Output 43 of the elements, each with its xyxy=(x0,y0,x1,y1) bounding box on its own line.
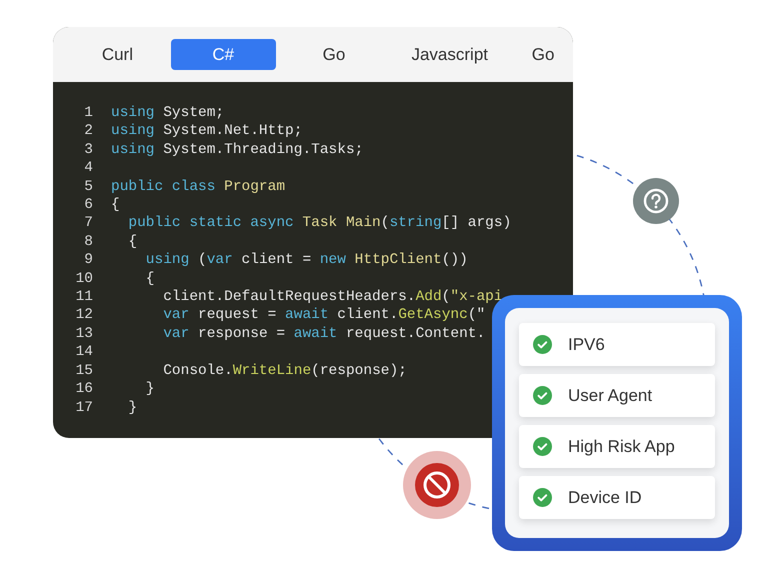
line-number: 17 xyxy=(74,398,93,417)
language-tab[interactable]: C# xyxy=(170,39,276,70)
code-line: public class Program xyxy=(110,178,286,196)
language-tab[interactable]: Go xyxy=(513,39,573,70)
line-number: 10 xyxy=(74,270,93,288)
code-line: var response = await request.Content. xyxy=(162,324,486,344)
check-label: User Agent xyxy=(568,384,652,407)
language-tab[interactable]: Go xyxy=(282,39,386,70)
check-label: High Risk App xyxy=(568,436,675,458)
code-line: Console.WriteLine(response); xyxy=(162,362,407,380)
line-number: 15 xyxy=(74,362,93,380)
line-number: 14 xyxy=(74,343,93,362)
check-label: IPV6 xyxy=(568,334,605,356)
code-line: var request = await client.GetAsync(" xyxy=(162,306,486,325)
line-number: 9 xyxy=(83,251,93,270)
line-number: 5 xyxy=(83,178,93,196)
code-line: { xyxy=(144,270,155,288)
line-number: 2 xyxy=(83,122,93,141)
language-tab[interactable]: Curl xyxy=(70,39,165,70)
line-number: 8 xyxy=(83,232,93,252)
code-line: using System; xyxy=(110,104,224,122)
line-number: 12 xyxy=(74,306,93,325)
block-icon xyxy=(403,451,471,519)
code-line: using System.Threading.Tasks; xyxy=(110,140,364,160)
code-line: using (var client = new HttpClient()) xyxy=(144,251,468,270)
check-label: Device ID xyxy=(568,486,642,509)
line-number: 4 xyxy=(83,159,93,178)
line-number: 6 xyxy=(83,196,93,214)
help-icon xyxy=(633,178,679,224)
code-line: } xyxy=(144,380,155,398)
line-number: 13 xyxy=(74,324,93,344)
code-line: { xyxy=(110,196,120,214)
language-tab[interactable]: Javascript xyxy=(392,39,508,70)
code-line: using System.Net.Http; xyxy=(110,122,302,141)
line-number: 7 xyxy=(83,214,93,233)
line-number: 11 xyxy=(74,288,93,306)
code-line: { xyxy=(127,232,138,252)
code-line: client.DefaultRequestHeaders.Add("x-api xyxy=(162,288,503,306)
line-number: 3 xyxy=(83,140,93,160)
line-number: 1 xyxy=(83,104,93,122)
code-line: } xyxy=(127,398,138,417)
line-number: 16 xyxy=(74,380,93,398)
code-line: public static async Task Main(string[] args) xyxy=(127,214,512,233)
